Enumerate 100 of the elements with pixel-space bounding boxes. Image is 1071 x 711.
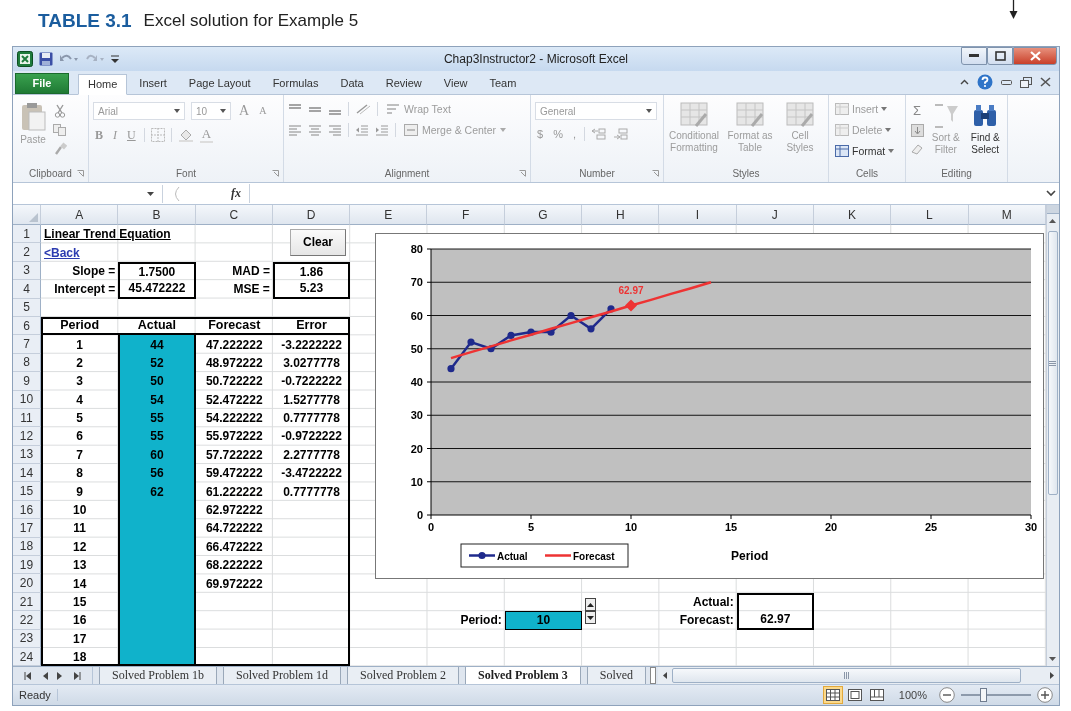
table-cell-text: 5 — [75, 410, 84, 428]
row-number[interactable]: 1 — [13, 225, 41, 244]
column-letter[interactable]: A — [41, 205, 119, 225]
insert-function-button[interactable]: fx — [231, 186, 241, 201]
ribbon-tab[interactable]: Formulas — [262, 73, 329, 94]
table-cell-text: 60 — [149, 446, 165, 464]
output-cell: 5.23 — [272, 280, 351, 299]
axis-label: 10 — [410, 475, 424, 488]
axis-label: 10 — [625, 521, 638, 533]
axis-label: 5 — [528, 521, 535, 533]
table-cell-text: 56 — [149, 465, 165, 483]
column-letter[interactable]: K — [813, 205, 892, 225]
axis-label: 20 — [825, 521, 838, 533]
legend-label: Forecast — [573, 550, 615, 562]
cell-label: Slope = — [71, 262, 117, 280]
table-cell-text: 54 — [149, 391, 165, 409]
axis-label: 15 — [725, 521, 738, 533]
column-letter[interactable]: E — [350, 205, 428, 225]
table-cell-text: 57.722222 — [204, 446, 264, 464]
cell-label: Period: — [459, 612, 503, 630]
cells-button[interactable]: Format — [833, 144, 897, 158]
table-cell-text: 4 — [75, 391, 84, 409]
column-header: Error — [272, 316, 351, 336]
axis-label: 80 — [410, 243, 424, 255]
ribbon-tab[interactable]: View — [433, 73, 478, 94]
row-number[interactable]: 17 — [13, 519, 41, 538]
group-label: Clipboard — [29, 168, 72, 179]
ribbon-tab[interactable]: Insert — [129, 73, 177, 94]
caption-text: Excel solution for Example 5 — [143, 11, 359, 31]
ribbon-tab[interactable]: Page Layout — [178, 73, 261, 94]
sheet-tab[interactable]: Solved — [586, 667, 647, 685]
axis-label: 20 — [410, 442, 424, 455]
row-number[interactable]: 15 — [13, 482, 41, 501]
table-cell-text: -3.4722222 — [280, 465, 343, 483]
table-cell-text: 61.222222 — [204, 483, 264, 501]
group-label: Styles — [732, 168, 760, 179]
column-letter[interactable]: L — [891, 205, 969, 225]
sheet-tab[interactable]: Solved Problem 2 — [347, 667, 459, 685]
axis-title: Period — [731, 549, 769, 563]
table-cell-text: 50.722222 — [204, 373, 264, 391]
table-number: TABLE 3.1 — [38, 10, 132, 32]
column-header: Actual — [118, 316, 196, 336]
row-number[interactable]: 22 — [13, 611, 41, 630]
zoom-level[interactable]: 100% — [898, 689, 927, 702]
table-cell-text: 0.7777778 — [282, 410, 341, 428]
column-letter[interactable]: G — [504, 205, 583, 225]
table-cell-text: 59.472222 — [204, 465, 264, 483]
axis-label: 0 — [417, 509, 424, 521]
sheet-tab[interactable]: Solved Problem 3 — [465, 667, 581, 685]
ribbon-tab[interactable]: File — [15, 73, 69, 94]
cell-label: MSE = — [232, 281, 271, 299]
column-letter[interactable]: C — [195, 205, 273, 225]
table-cell-text: 54.222222 — [204, 410, 264, 428]
table-cell-text: 11 — [72, 520, 87, 538]
axis-label: 0 — [428, 521, 435, 533]
cell-label: Intercept = — [53, 281, 117, 299]
back-link[interactable]: <Back — [41, 243, 83, 262]
table-cell-text: 55 — [149, 428, 165, 446]
column-letter[interactable]: F — [427, 205, 505, 225]
period-input[interactable]: 10 — [504, 611, 583, 630]
data-label: 62.97 — [618, 284, 644, 296]
row-number[interactable]: 9 — [13, 372, 41, 391]
ribbon-tab[interactable]: Team — [479, 73, 527, 94]
cell-label: MAD = — [231, 262, 271, 280]
row-number[interactable]: 20 — [13, 574, 41, 593]
column-letter[interactable]: J — [736, 205, 814, 225]
column-letter[interactable]: I — [659, 205, 737, 225]
column-letter[interactable]: H — [582, 205, 660, 225]
sheet-tab[interactable]: Solved Problem 1b — [99, 667, 217, 685]
ribbon-tab[interactable]: Home — [78, 74, 128, 95]
row-number[interactable]: 2 — [13, 243, 41, 262]
row-number[interactable]: 7 — [13, 335, 41, 354]
table-cell-text: 47.222222 — [204, 336, 264, 354]
table-cell-text: 3.0277778 — [282, 354, 341, 372]
table-cell-text: 16 — [71, 612, 88, 630]
table-cell-text: 1 — [75, 336, 84, 354]
table-cell-text: 13 — [71, 557, 88, 575]
ribbon-tab[interactable]: Data — [330, 73, 374, 94]
cell-label: Forecast: — [678, 612, 735, 630]
row-number[interactable]: 4 — [13, 280, 41, 299]
output-cell: 1.7500 — [118, 261, 196, 281]
group-label: Cells — [855, 168, 879, 179]
legend-label: Actual — [497, 550, 528, 562]
column-letter[interactable]: B — [118, 205, 196, 225]
cell-label: Actual: — [692, 594, 735, 611]
ribbon-tab[interactable]: Review — [375, 73, 432, 94]
table-cell-text: 6 — [75, 428, 84, 446]
column-letter[interactable]: D — [272, 205, 351, 225]
table-cell-text: 18 — [71, 649, 88, 667]
row-number[interactable]: 14 — [13, 464, 41, 483]
sheet-tab[interactable]: Solved Problem 1d — [223, 667, 341, 685]
row-number[interactable]: 12 — [13, 427, 41, 446]
table-cell-text: 3 — [75, 373, 84, 391]
status-text: Ready — [19, 689, 58, 702]
clear-button[interactable]: Clear — [289, 229, 347, 256]
table-cell-text: 44 — [149, 336, 165, 354]
table-cell-text: 7 — [75, 446, 84, 464]
editing-button[interactable]: Find & Select — [967, 100, 1003, 158]
row-number[interactable]: 19 — [13, 556, 41, 575]
column-letter[interactable]: M — [968, 205, 1046, 225]
